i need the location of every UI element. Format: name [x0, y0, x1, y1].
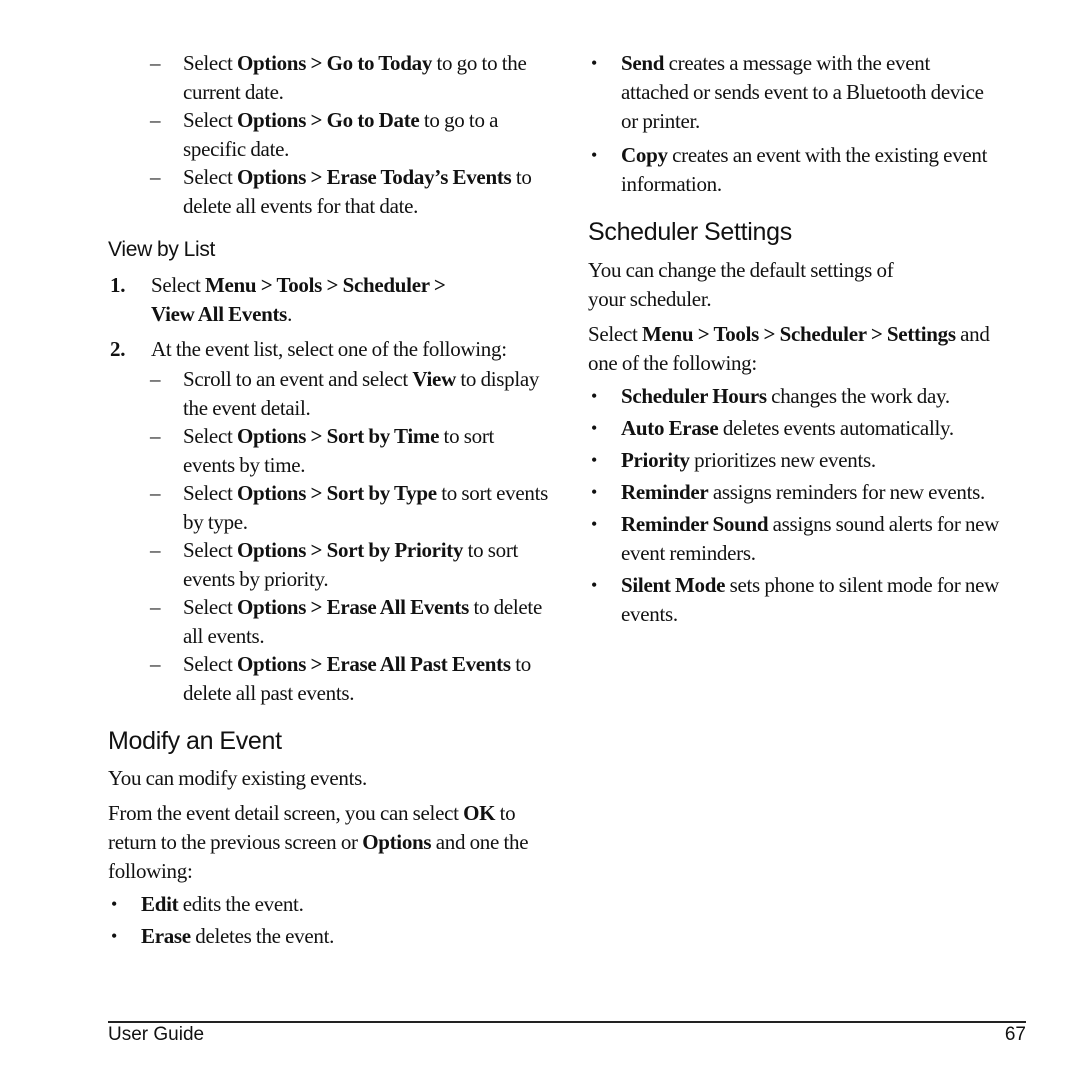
dash-marker: –: [150, 367, 161, 391]
list-item-text: Select Options > Sort by Priority to sor…: [183, 538, 519, 591]
list-item-text: Reminder assigns reminders for new event…: [621, 480, 985, 504]
document-page: – Select Options > Go to Today to go to …: [0, 0, 1080, 1080]
bullet-marker: •: [111, 926, 118, 946]
step-text: At the event list, select one of the fol…: [151, 337, 507, 361]
dash-marker: –: [150, 165, 161, 189]
dash-marker: –: [150, 424, 161, 448]
bullet-marker: •: [591, 450, 598, 470]
bullet-marker: •: [591, 514, 598, 534]
section-heading-modify-event: Modify an Event: [108, 727, 282, 755]
bullet-marker: •: [591, 575, 598, 595]
bullet-marker: •: [591, 53, 598, 73]
footer-divider: [108, 1021, 1026, 1023]
list-item-text: Copy creates an event with the existing …: [621, 143, 988, 196]
section-heading-view-by-list: View by List: [108, 238, 216, 261]
bullet-marker: •: [591, 418, 598, 438]
bullet-marker: •: [591, 145, 598, 165]
paragraph-intro: You can modify existing events.: [108, 766, 367, 790]
list-item-text: Scheduler Hours changes the work day.: [621, 384, 950, 408]
dash-marker: –: [150, 481, 161, 505]
paragraph-detail: From the event detail screen, you can se…: [108, 801, 529, 883]
list-item-text: Priority prioritizes new events.: [621, 448, 876, 472]
list-item-text: Edit edits the event.: [141, 892, 304, 916]
list-item-text: Select Options > Go to Date to go to a s…: [183, 108, 499, 161]
list-item-text: Reminder Sound assigns sound alerts for …: [621, 512, 1000, 565]
list-item-text: Erase deletes the event.: [141, 924, 335, 948]
paragraph-intro: You can change the default settings of y…: [588, 258, 894, 311]
list-item-text: Silent Mode sets phone to silent mode fo…: [621, 573, 999, 626]
list-item-text: Select Options > Sort by Type to sort ev…: [183, 481, 549, 534]
dash-marker: –: [150, 51, 161, 75]
dash-marker: –: [150, 595, 161, 619]
bullet-marker: •: [591, 482, 598, 502]
list-item-text: Scroll to an event and select View to di…: [183, 367, 540, 420]
list-item-text: Select Options > Erase Today’s Events to…: [183, 165, 532, 218]
bullet-marker: •: [591, 386, 598, 406]
step-number: 2.: [110, 337, 126, 361]
list-item-text: Select Options > Go to Today to go to th…: [183, 51, 527, 104]
list-item-text: Select Options > Erase All Events to del…: [183, 595, 542, 648]
list-item-text: Select Options > Erase All Past Events t…: [183, 652, 531, 705]
list-item-text: Select Options > Sort by Time to sort ev…: [183, 424, 495, 477]
dash-marker: –: [150, 108, 161, 132]
dash-marker: –: [150, 538, 161, 562]
step-text: Select Menu > Tools > Scheduler > View Al…: [151, 273, 446, 326]
list-item-text: Send creates a message with the event at…: [621, 51, 984, 133]
page-number: 67: [1004, 1024, 1026, 1045]
step-number: 1.: [110, 273, 126, 297]
paragraph-select: Select Menu > Tools > Scheduler > Settin…: [588, 322, 990, 375]
section-heading-scheduler-settings: Scheduler Settings: [588, 218, 792, 246]
bullet-marker: •: [111, 894, 118, 914]
dash-marker: –: [150, 652, 161, 676]
list-item-text: Auto Erase deletes events automatically.: [621, 416, 954, 440]
footer-title: User Guide: [108, 1024, 205, 1045]
